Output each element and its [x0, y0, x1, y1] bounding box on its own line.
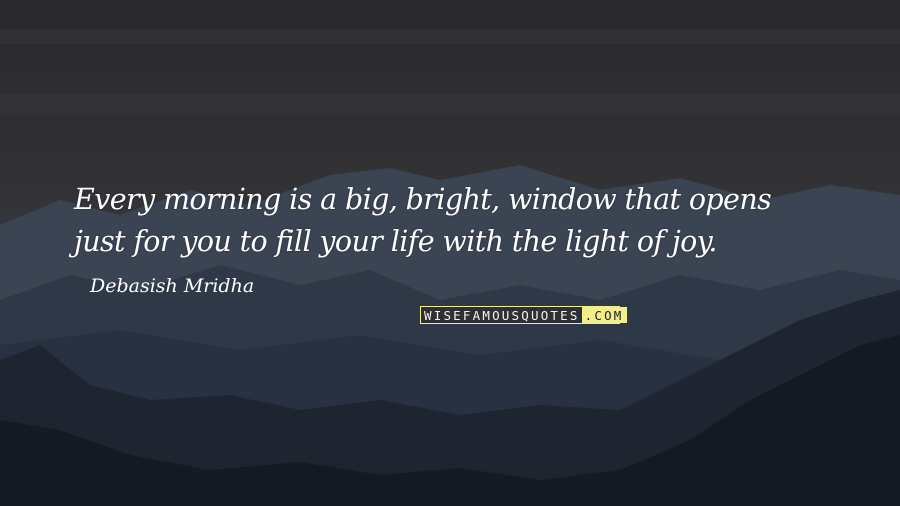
- quote-line-1: Every morning is a big, bright, window t…: [74, 183, 772, 216]
- quote-line-2: just for you to fill your life with the …: [74, 225, 717, 258]
- cloud-band: [0, 30, 900, 44]
- wisefamousquotes-watermark: WISEFAMOUSQUOTES .COM: [420, 306, 627, 324]
- cloud-band: [0, 95, 900, 113]
- quote-image: Every morning is a big, bright, window t…: [0, 0, 900, 506]
- watermark-brand: WISEFAMOUSQUOTES: [421, 307, 582, 323]
- watermark-domain: .COM: [581, 307, 627, 323]
- quote-author: Debasish Mridha: [90, 275, 255, 297]
